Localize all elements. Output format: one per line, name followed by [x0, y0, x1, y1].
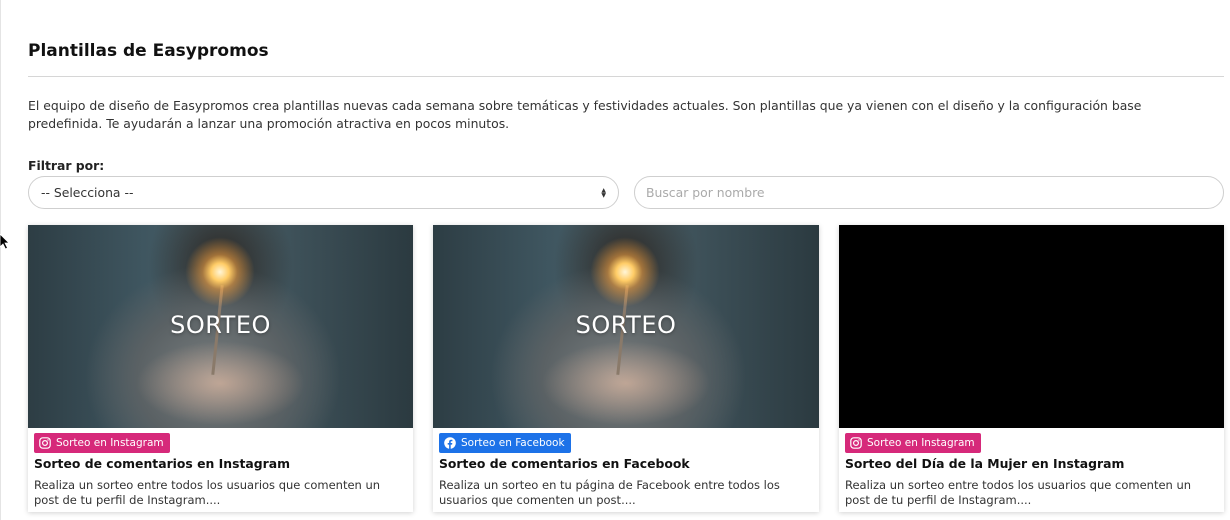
thumbnail-text: SORTEO — [170, 311, 271, 339]
instagram-icon — [850, 437, 862, 449]
category-select-value: -- Selecciona -- — [41, 185, 134, 200]
sparkler-glow — [185, 237, 255, 307]
template-card[interactable]: SORTEO Sorteo en Instagram Sorteo de com… — [28, 225, 413, 512]
templates-page: Plantillas de Easypromos El equipo de di… — [0, 0, 1230, 520]
card-description: Realiza un sorteo entre todos los usuari… — [845, 478, 1192, 507]
card-title[interactable]: Sorteo de comentarios en Facebook — [439, 456, 690, 471]
card-description: Realiza un sorteo en tu página de Facebo… — [439, 478, 780, 507]
mouse-cursor-icon — [0, 234, 10, 250]
select-arrows-icon: ▲ ▼ — [601, 186, 606, 199]
category-select[interactable]: -- Selecciona -- ▲ ▼ — [28, 176, 619, 209]
template-thumbnail[interactable] — [839, 225, 1224, 428]
facebook-icon — [444, 437, 456, 449]
title-divider — [28, 76, 1224, 77]
template-card[interactable]: SORTEO Sorteo en Facebook Sorteo de come… — [433, 225, 819, 512]
badge-label: Sorteo en Instagram — [867, 437, 975, 449]
template-card[interactable]: Sorteo en Instagram Sorteo del Día de la… — [839, 225, 1224, 512]
filter-label: Filtrar por: — [28, 158, 105, 173]
page-title: Plantillas de Easypromos — [28, 41, 269, 61]
left-border — [0, 0, 1, 520]
thumbnail-text: SORTEO — [575, 311, 677, 339]
sparkler-glow — [590, 237, 660, 307]
badge-label: Sorteo en Facebook — [461, 437, 565, 449]
platform-badge: Sorteo en Instagram — [34, 433, 170, 453]
search-input[interactable] — [634, 176, 1224, 209]
card-title[interactable]: Sorteo del Día de la Mujer en Instagram — [845, 456, 1124, 471]
badge-label: Sorteo en Instagram — [56, 437, 164, 449]
template-thumbnail[interactable]: SORTEO — [28, 225, 413, 428]
card-description: Realiza un sorteo entre todos los usuari… — [34, 478, 381, 507]
page-description: El equipo de diseño de Easypromos crea p… — [28, 98, 1142, 131]
card-title[interactable]: Sorteo de comentarios en Instagram — [34, 456, 290, 471]
template-thumbnail[interactable]: SORTEO — [433, 225, 819, 428]
platform-badge: Sorteo en Facebook — [439, 433, 571, 453]
platform-badge: Sorteo en Instagram — [845, 433, 981, 453]
instagram-icon — [39, 437, 51, 449]
